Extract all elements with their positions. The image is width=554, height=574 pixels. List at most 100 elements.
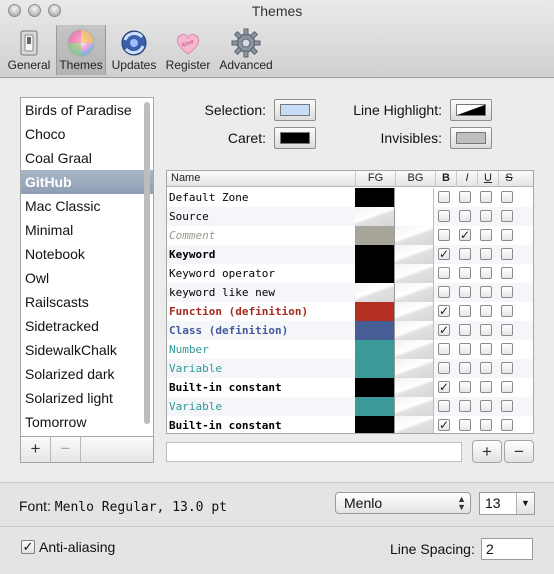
chevron-down-icon[interactable]: ▼ <box>516 493 534 514</box>
table-row[interactable]: Built-in constant ✓ <box>167 416 533 433</box>
bg-color-well[interactable] <box>395 416 434 433</box>
line-spacing-field[interactable]: 2 <box>481 538 533 560</box>
antialiasing-checkbox[interactable]: ✓ <box>21 540 35 554</box>
style-i-checkbox[interactable] <box>459 305 471 317</box>
toolbar-updates[interactable]: Updates <box>110 25 158 75</box>
style-b-checkbox[interactable]: ✓ <box>438 305 450 317</box>
fg-color-well[interactable] <box>355 416 395 433</box>
theme-list-item[interactable]: Tomorrow <box>21 410 153 434</box>
fg-color-well[interactable] <box>355 397 395 416</box>
fg-color-well[interactable] <box>355 321 395 340</box>
theme-list-item[interactable]: Railscasts <box>21 290 153 314</box>
style-s-checkbox[interactable] <box>501 324 513 336</box>
header-bg[interactable]: BG <box>395 171 435 187</box>
theme-list-item[interactable]: Minimal <box>21 218 153 242</box>
style-i-checkbox[interactable] <box>459 362 471 374</box>
style-u-checkbox[interactable] <box>480 267 492 279</box>
theme-list-item[interactable]: Mac Classic <box>21 194 153 218</box>
theme-list-item[interactable]: Owl <box>21 266 153 290</box>
style-b-checkbox[interactable] <box>438 362 450 374</box>
style-u-checkbox[interactable] <box>480 343 492 355</box>
fg-color-well[interactable] <box>355 283 395 302</box>
bg-color-well[interactable] <box>395 226 434 245</box>
style-i-checkbox[interactable] <box>459 286 471 298</box>
style-u-checkbox[interactable] <box>480 381 492 393</box>
style-u-checkbox[interactable] <box>480 229 492 241</box>
header-italic[interactable]: I <box>456 171 477 187</box>
style-i-checkbox[interactable] <box>459 191 471 203</box>
style-b-checkbox[interactable]: ✓ <box>438 324 450 336</box>
style-b-checkbox[interactable] <box>438 286 450 298</box>
theme-list-item[interactable]: Solarized light <box>21 386 153 410</box>
table-row[interactable]: Keyword ✓ <box>167 245 533 264</box>
bg-color-well[interactable] <box>395 302 434 321</box>
header-underline[interactable]: U <box>477 171 498 187</box>
bg-color-well[interactable] <box>395 397 434 416</box>
theme-list-item[interactable]: GitHub <box>21 170 153 194</box>
style-s-checkbox[interactable] <box>501 191 513 203</box>
style-u-checkbox[interactable] <box>480 191 492 203</box>
bg-color-well[interactable] <box>395 378 434 397</box>
style-b-checkbox[interactable]: ✓ <box>438 381 450 393</box>
style-s-checkbox[interactable] <box>501 286 513 298</box>
style-i-checkbox[interactable] <box>459 210 471 222</box>
bg-color-well[interactable] <box>395 359 434 378</box>
style-u-checkbox[interactable] <box>480 419 492 431</box>
theme-list[interactable]: Birds of Paradise Choco Coal Graal GitHub Ma… <box>20 97 154 437</box>
style-s-checkbox[interactable] <box>501 210 513 222</box>
add-theme-button[interactable]: + <box>21 437 51 462</box>
style-i-checkbox[interactable] <box>459 324 471 336</box>
bg-color-well[interactable] <box>395 188 434 207</box>
table-row[interactable]: Variable <box>167 359 533 378</box>
style-b-checkbox[interactable] <box>438 343 450 355</box>
theme-list-item[interactable]: Sidetracked <box>21 314 153 338</box>
scope-table[interactable]: Name FG BG B I U S Default Zone Source Com… <box>166 170 534 434</box>
theme-list-item[interactable]: Solarized dark <box>21 362 153 386</box>
invisibles-color-well[interactable] <box>450 127 492 149</box>
style-s-checkbox[interactable] <box>501 267 513 279</box>
style-b-checkbox[interactable] <box>438 267 450 279</box>
remove-theme-button[interactable]: − <box>51 437 81 462</box>
style-u-checkbox[interactable] <box>480 362 492 374</box>
style-b-checkbox[interactable] <box>438 210 450 222</box>
style-u-checkbox[interactable] <box>480 210 492 222</box>
theme-list-item[interactable]: Choco <box>21 122 153 146</box>
bg-color-well[interactable] <box>395 340 434 359</box>
table-row[interactable]: Source <box>167 207 533 226</box>
fg-color-well[interactable] <box>355 226 395 245</box>
style-i-checkbox[interactable] <box>459 381 471 393</box>
bg-color-well[interactable] <box>395 207 434 226</box>
style-u-checkbox[interactable] <box>480 400 492 412</box>
fg-color-well[interactable] <box>355 302 395 321</box>
style-i-checkbox[interactable] <box>459 400 471 412</box>
table-row[interactable]: Class (definition) ✓ <box>167 321 533 340</box>
table-row[interactable]: Default Zone <box>167 188 533 207</box>
style-u-checkbox[interactable] <box>480 248 492 260</box>
style-s-checkbox[interactable] <box>501 419 513 431</box>
table-row[interactable]: keyword like new <box>167 283 533 302</box>
header-fg[interactable]: FG <box>355 171 395 187</box>
header-strikethrough[interactable]: S <box>498 171 519 187</box>
font-family-popup[interactable]: Menlo ▲ ▼ <box>335 492 471 514</box>
toolbar-themes[interactable]: Themes <box>56 25 106 75</box>
style-b-checkbox[interactable]: ✓ <box>438 419 450 431</box>
fg-color-well[interactable] <box>355 378 395 397</box>
fg-color-well[interactable] <box>355 207 395 226</box>
style-u-checkbox[interactable] <box>480 305 492 317</box>
style-s-checkbox[interactable] <box>501 305 513 317</box>
remove-scope-button[interactable]: − <box>504 440 534 463</box>
style-b-checkbox[interactable] <box>438 400 450 412</box>
theme-list-item[interactable]: SidewalkChalk <box>21 338 153 362</box>
style-i-checkbox[interactable] <box>459 343 471 355</box>
table-row[interactable]: Built-in constant ✓ <box>167 378 533 397</box>
selection-color-well[interactable] <box>274 99 316 121</box>
theme-list-item[interactable]: Coal Graal <box>21 146 153 170</box>
style-s-checkbox[interactable] <box>501 362 513 374</box>
caret-color-well[interactable] <box>274 127 316 149</box>
line-highlight-color-well[interactable] <box>450 99 492 121</box>
bg-color-well[interactable] <box>395 264 434 283</box>
style-b-checkbox[interactable] <box>438 191 450 203</box>
style-s-checkbox[interactable] <box>501 381 513 393</box>
bg-color-well[interactable] <box>395 321 434 340</box>
table-row[interactable]: Keyword operator <box>167 264 533 283</box>
